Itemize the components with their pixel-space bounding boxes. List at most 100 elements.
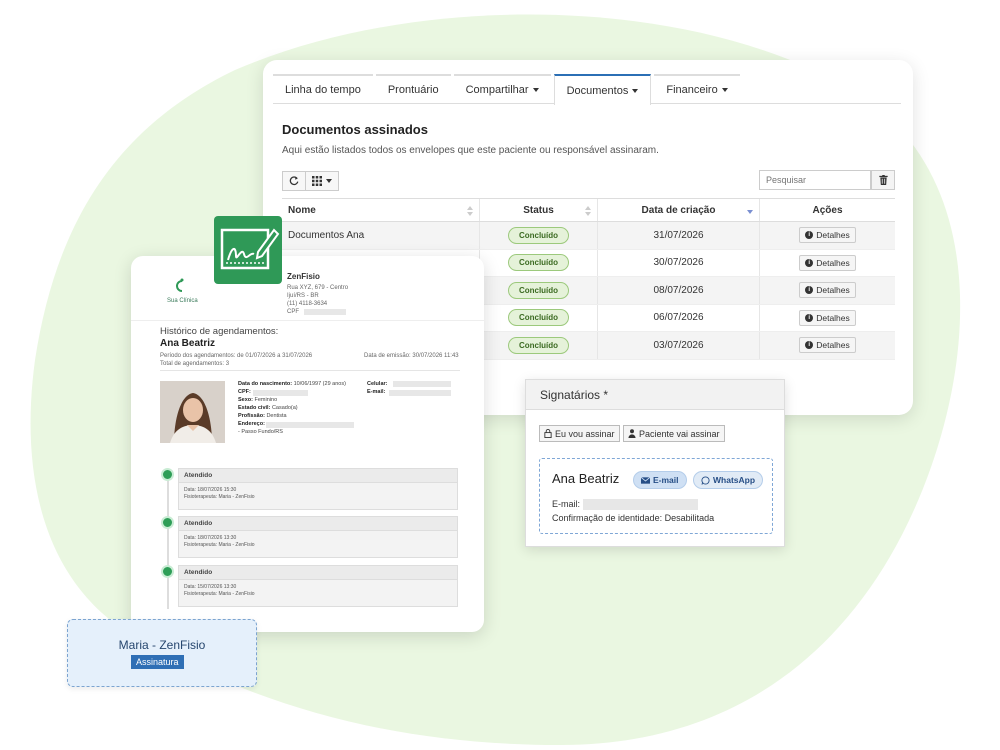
profession-field: Profissão: Dentista <box>238 413 287 421</box>
civil-status-field: Estado civil: Casado(a) <box>238 405 298 413</box>
caret-down-icon <box>632 88 639 93</box>
details-button[interactable]: i Detalhes <box>799 227 856 244</box>
clear-search-button[interactable] <box>871 170 895 190</box>
tab-label: Prontuário <box>387 84 439 96</box>
cell-date: 03/07/2026 <box>598 332 760 359</box>
report-divider <box>131 320 484 321</box>
field-label: Endereço: <box>238 421 265 427</box>
field-label: Estado civil: <box>238 405 271 411</box>
tab-linha-do-tempo[interactable]: Linha do tempo <box>273 74 373 104</box>
column-header-nome[interactable]: Nome <box>282 199 480 221</box>
calendar-icon <box>161 468 174 481</box>
field-label: Data do nascimento: <box>238 381 293 387</box>
signature-document-icon <box>214 216 282 284</box>
signature-badge: Assinatura <box>131 655 184 669</box>
table-toolbar <box>282 171 339 191</box>
sex-field: Sexo: Feminino <box>238 397 277 405</box>
field-label: Celular: <box>367 381 388 387</box>
lock-icon <box>544 429 552 438</box>
email-field: E-mail: <box>367 389 385 397</box>
self-sign-button[interactable]: Eu vou assinar <box>539 425 620 442</box>
button-label: Detalhes <box>816 340 850 351</box>
refresh-button[interactable] <box>282 171 306 191</box>
table-header: Nome Status Data de criação Ações <box>282 198 895 222</box>
cell-date: 31/07/2026 <box>598 222 760 249</box>
field-value: Feminino <box>254 397 278 403</box>
envelope-icon <box>641 476 650 484</box>
tab-label: Documentos <box>566 84 629 97</box>
cell-field: Celular: <box>367 381 387 389</box>
columns-button[interactable] <box>306 171 339 191</box>
patient-sign-button[interactable]: Paciente vai assinar <box>623 425 725 442</box>
button-label: Eu vou assinar <box>555 428 615 439</box>
appointment-report: Sua Clínica ZenFisio Rua XYZ, 679 - Cent… <box>131 256 484 632</box>
field-value: 10/06/1997 (29 anos) <box>293 381 346 387</box>
identity-confirmation: Confirmação de identidade: Desabilitada <box>552 513 715 523</box>
tab-documentos[interactable]: Documentos <box>553 74 652 105</box>
send-email-button[interactable]: E-mail <box>633 471 687 489</box>
field-label: Sexo: <box>238 397 253 403</box>
header-label: Data de criação <box>641 204 716 216</box>
send-whatsapp-button[interactable]: WhatsApp <box>693 471 764 489</box>
field-value: Casado(a) <box>271 405 298 411</box>
refresh-icon <box>289 176 299 186</box>
cell-date: 08/07/2026 <box>598 277 760 304</box>
patient-avatar-icon <box>160 381 225 443</box>
redacted-address <box>266 422 354 428</box>
timeline-status: Atendido <box>179 566 457 580</box>
timeline-line <box>167 474 169 609</box>
sort-icon <box>585 206 591 216</box>
search-input[interactable] <box>759 170 871 190</box>
info-icon: i <box>805 258 814 267</box>
button-label: Detalhes <box>816 257 850 268</box>
status-badge: Concluído <box>507 281 570 299</box>
clinic-logo-icon <box>176 278 184 292</box>
field-label: Profissão: <box>238 413 265 419</box>
table-row: Documentos Ana Concluído 31/07/2026 i Det… <box>282 222 895 250</box>
sort-desc-icon <box>747 210 753 214</box>
address-city: - Passo Fundo/RS <box>238 429 283 435</box>
status-badge: Concluído <box>507 309 570 327</box>
redacted-patient-cpf <box>253 390 308 396</box>
patient-photo <box>160 381 225 443</box>
info-icon: i <box>805 313 814 322</box>
calendar-icon <box>161 516 174 529</box>
birth-field: Data do nascimento: 10/06/1997 (29 anos) <box>238 381 346 389</box>
signatory-email-label: E-mail: <box>552 499 581 509</box>
sort-icon <box>467 206 473 216</box>
redacted-email <box>583 499 698 510</box>
button-label: Detalhes <box>816 312 850 323</box>
column-header-data[interactable]: Data de criação <box>598 199 760 221</box>
tab-prontuario[interactable]: Prontuário <box>375 74 451 104</box>
header-label: Nome <box>288 204 316 216</box>
details-button[interactable]: i Detalhes <box>799 309 856 326</box>
timeline-status: Atendido <box>179 517 457 531</box>
details-button[interactable]: i Detalhes <box>799 282 856 299</box>
timeline-professional: Fisioterapeuta: Maria - ZenFisio <box>184 494 255 500</box>
tab-compartilhar[interactable]: Compartilhar <box>453 74 551 104</box>
timeline-date: Data: 18/07/2026 13:30 <box>184 535 237 541</box>
status-badge: Concluído <box>507 336 570 354</box>
details-button[interactable]: i Detalhes <box>799 337 856 354</box>
company-city: Ijuí/RS - BR <box>287 293 319 299</box>
timeline-date: Data: 15/07/2026 13:30 <box>184 584 237 590</box>
page-title: Documentos assinados <box>282 122 428 137</box>
details-button[interactable]: i Detalhes <box>799 254 856 271</box>
cell-date: 06/07/2026 <box>598 304 760 331</box>
report-heading: Histórico de agendamentos: <box>160 326 279 337</box>
company-phone: (11) 4118-3634 <box>287 301 328 307</box>
page-subtitle: Aqui estão listados todos os envelopes q… <box>282 145 659 156</box>
column-header-status[interactable]: Status <box>480 199 598 221</box>
field-value: Dentista <box>266 413 287 419</box>
tab-label: Financeiro <box>666 84 718 96</box>
header-label: Status <box>523 204 554 216</box>
company-address: Rua XYZ, 679 - Centro <box>287 285 349 291</box>
patient-tabs: Linha do tempo Prontuário Compartilhar D… <box>273 74 901 105</box>
whatsapp-icon <box>701 475 710 485</box>
tab-financeiro[interactable]: Financeiro <box>654 74 740 104</box>
cell-name: Documentos Ana <box>282 222 480 249</box>
signature-card: Maria - ZenFisio Assinatura <box>67 619 257 687</box>
signatories-panel: Signatários * Eu vou assinar Paciente va… <box>525 379 785 547</box>
redacted-cell <box>393 381 451 387</box>
field-label: E-mail: <box>367 389 386 395</box>
